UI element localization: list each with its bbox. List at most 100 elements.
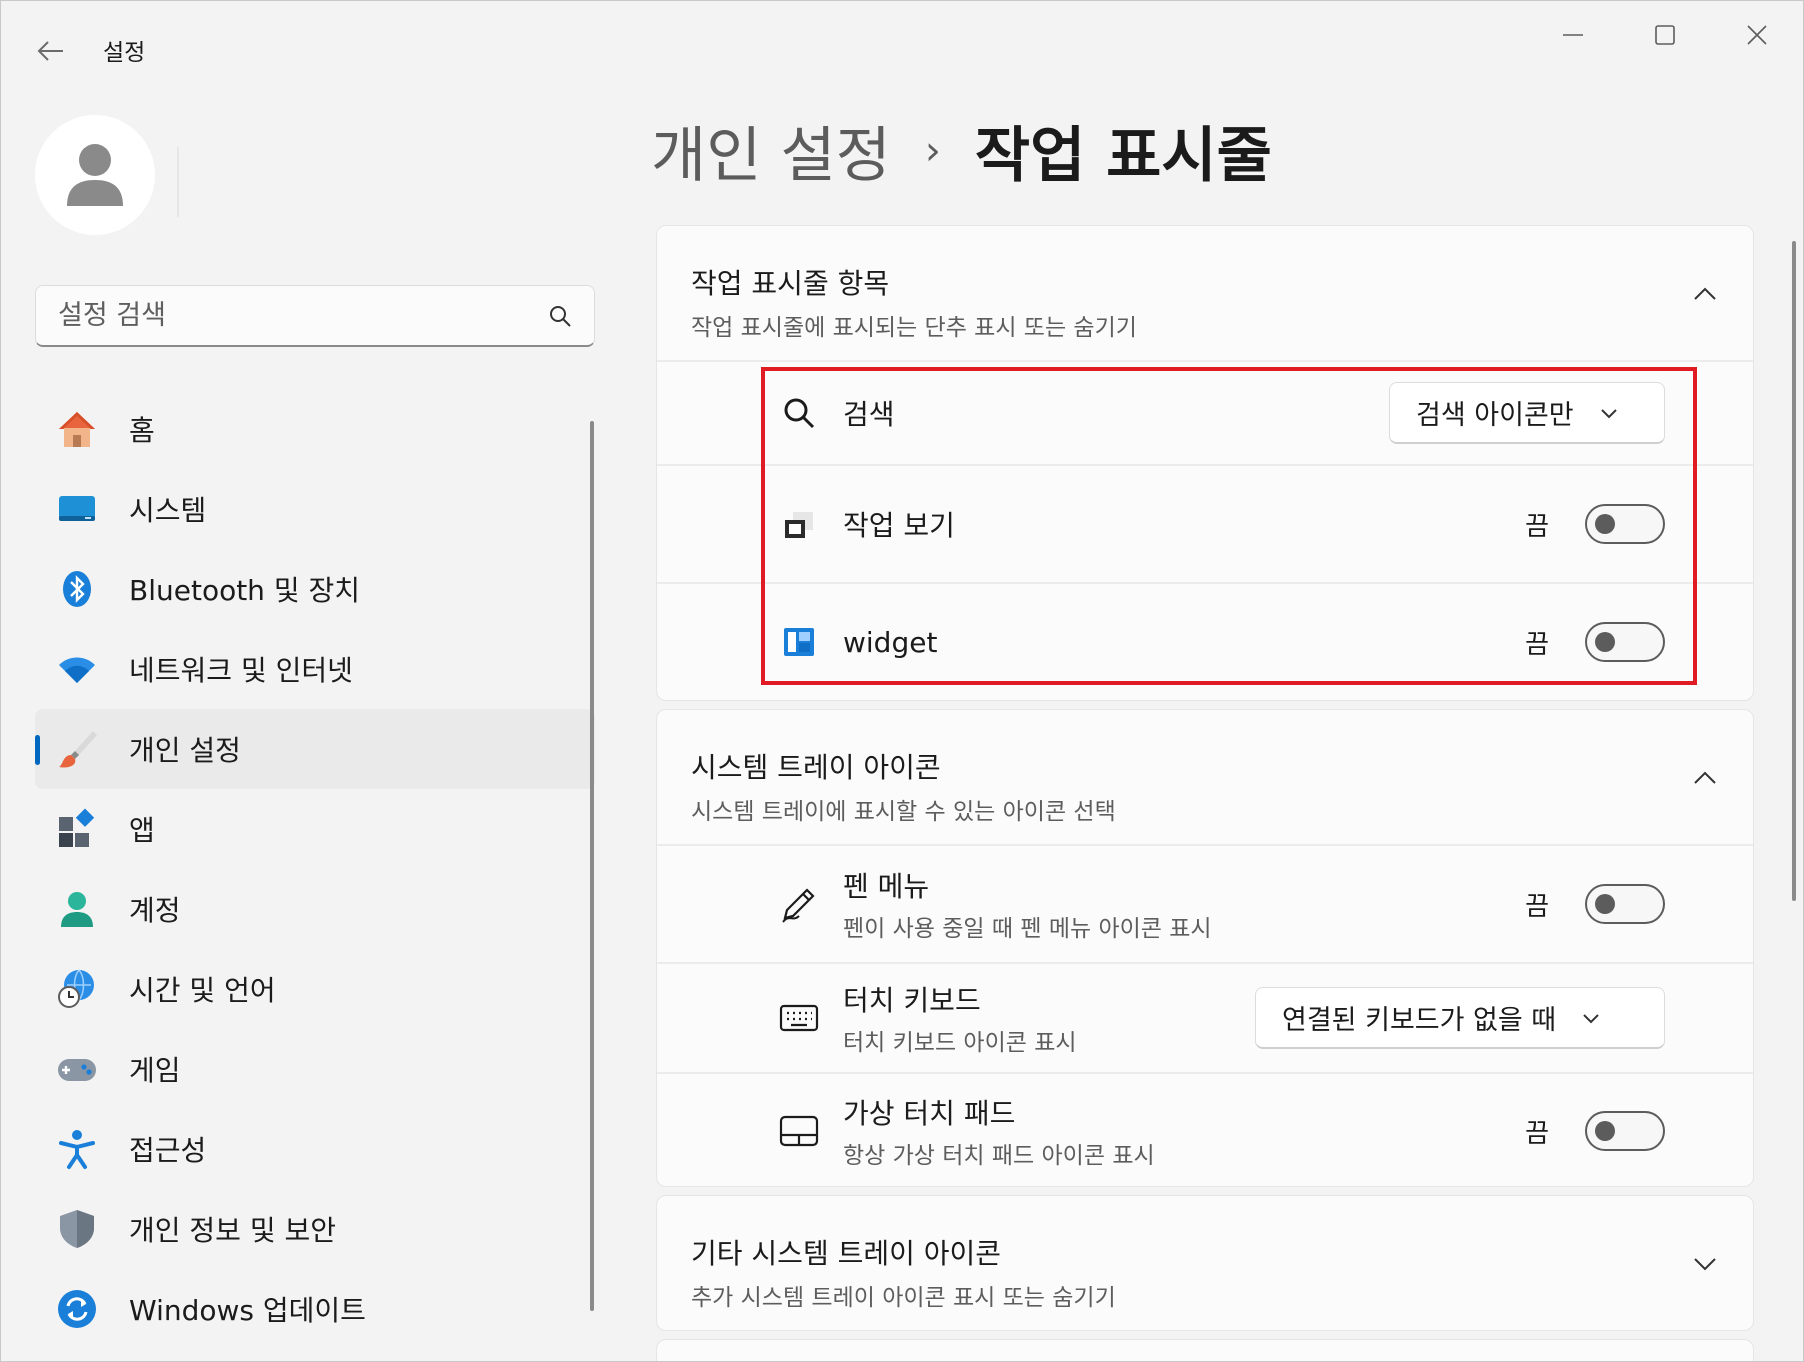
chevron-down-icon[interactable] [1687, 1246, 1723, 1282]
toggle-state-label: 끔 [1525, 891, 1549, 922]
sidebar-item-label: 시간 및 언어 [129, 974, 276, 1007]
chevron-down-icon [1582, 1012, 1600, 1024]
virtual-touchpad-toggle-group: 끔 [1525, 1111, 1665, 1151]
next-section-card [656, 1339, 1754, 1361]
toggle-knob [1595, 1121, 1615, 1141]
maximize-icon [1655, 25, 1675, 45]
sidebar-item-apps[interactable]: 앱 [35, 789, 595, 869]
sidebar-item-time-language[interactable]: 시간 및 언어 [35, 949, 595, 1029]
row-label: 검색 [843, 398, 895, 431]
windows-update-icon [55, 1287, 99, 1331]
taskbar-row-task-view: 작업 보기 끔 [657, 464, 1753, 582]
pen-icon [779, 884, 819, 924]
minimize-button[interactable] [1543, 15, 1603, 55]
apps-icon [55, 807, 99, 851]
sidebar-item-label: 홈 [129, 414, 155, 447]
row-label: 작업 보기 [843, 509, 955, 542]
sidebar-item-label: 앱 [129, 814, 155, 847]
sidebar-item-system[interactable]: 시스템 [35, 469, 595, 549]
sidebar-item-label: 시스템 [129, 494, 207, 527]
breadcrumb-separator: › [924, 127, 941, 174]
home-icon [55, 407, 99, 451]
tray-row-virtual-touchpad: 가상 터치 패드 항상 가상 터치 패드 아이콘 표시 끔 [657, 1072, 1753, 1186]
paintbrush-icon [55, 727, 99, 771]
settings-search-input[interactable] [58, 300, 548, 331]
shield-icon [55, 1207, 99, 1251]
sidebar-item-home[interactable]: 홈 [35, 389, 595, 469]
toggle-knob [1595, 894, 1615, 914]
sidebar-item-gaming[interactable]: 게임 [35, 1029, 595, 1109]
taskbar-items-header[interactable]: 작업 표시줄 항목 작업 표시줄에 표시되는 단추 표시 또는 숨기기 [657, 226, 1753, 360]
section-subtitle: 추가 시스템 트레이 아이콘 표시 또는 숨기기 [691, 1285, 1116, 1311]
toggle-state-label: 끔 [1525, 511, 1549, 542]
pen-menu-toggle-group: 끔 [1525, 884, 1665, 924]
wifi-icon [55, 647, 99, 691]
dropdown-value: 검색 아이콘만 [1416, 400, 1574, 431]
main-scrollbar[interactable] [1792, 241, 1796, 901]
sidebar-item-bluetooth[interactable]: Bluetooth 및 장치 [35, 549, 595, 629]
sidebar-nav: 홈 시스템 Bluetooth 및 장치 네트워크 및 인터넷 개인 설정 앱 … [35, 389, 595, 1349]
avatar-divider [177, 147, 179, 217]
taskbar-row-search: 검색 검색 아이콘만 [657, 360, 1753, 464]
taskbar-items-card: 작업 표시줄 항목 작업 표시줄에 표시되는 단추 표시 또는 숨기기 검색 검… [656, 225, 1754, 701]
touchpad-icon [779, 1111, 819, 1151]
section-title: 기타 시스템 트레이 아이콘 [691, 1237, 1002, 1270]
sidebar-scrollbar[interactable] [590, 421, 594, 1311]
sidebar-item-accounts[interactable]: 계정 [35, 869, 595, 949]
sidebar-item-windows-update[interactable]: Windows 업데이트 [35, 1269, 595, 1349]
chevron-down-icon [1600, 407, 1618, 419]
search-mode-dropdown[interactable]: 검색 아이콘만 [1389, 382, 1665, 444]
row-label: 가상 터치 패드 [843, 1097, 1016, 1130]
page-title: 작업 표시줄 [974, 121, 1272, 191]
task-view-toggle[interactable] [1585, 504, 1665, 544]
other-tray-icons-card[interactable]: 기타 시스템 트레이 아이콘 추가 시스템 트레이 아이콘 표시 또는 숨기기 [656, 1195, 1754, 1331]
gamepad-icon [55, 1047, 99, 1091]
pen-menu-toggle[interactable] [1585, 884, 1665, 924]
user-avatar[interactable] [35, 115, 155, 235]
section-subtitle: 시스템 트레이에 표시할 수 있는 아이콘 선택 [691, 799, 1116, 825]
widgets-toggle[interactable] [1585, 622, 1665, 662]
other-tray-icons-header[interactable]: 기타 시스템 트레이 아이콘 추가 시스템 트레이 아이콘 표시 또는 숨기기 [657, 1196, 1753, 1330]
settings-window: 설정 홈 시스템 [0, 0, 1804, 1362]
sidebar-item-privacy-security[interactable]: 개인 정보 및 보안 [35, 1189, 595, 1269]
sidebar-item-personalization[interactable]: 개인 설정 [35, 709, 595, 789]
row-description: 항상 가상 터치 패드 아이콘 표시 [843, 1143, 1155, 1169]
system-display-icon [55, 487, 99, 531]
bluetooth-icon [55, 567, 99, 611]
keyboard-icon [779, 998, 819, 1038]
breadcrumb: 개인 설정 › 작업 표시줄 [651, 107, 1272, 194]
chevron-up-icon[interactable] [1687, 760, 1723, 796]
sidebar-item-network[interactable]: 네트워크 및 인터넷 [35, 629, 595, 709]
system-tray-header[interactable]: 시스템 트레이 아이콘 시스템 트레이에 표시할 수 있는 아이콘 선택 [657, 710, 1753, 844]
toggle-state-label: 끔 [1525, 629, 1549, 660]
touch-keyboard-dropdown[interactable]: 연결된 키보드가 없을 때 [1255, 987, 1665, 1049]
system-tray-card: 시스템 트레이 아이콘 시스템 트레이에 표시할 수 있는 아이콘 선택 펜 메… [656, 709, 1754, 1187]
minimize-icon [1563, 34, 1583, 36]
virtual-touchpad-toggle[interactable] [1585, 1111, 1665, 1151]
widgets-toggle-group: 끔 [1525, 622, 1665, 662]
sidebar-item-accessibility[interactable]: 접근성 [35, 1109, 595, 1189]
maximize-button[interactable] [1635, 15, 1695, 55]
row-label: widget [843, 625, 938, 659]
close-icon [1747, 25, 1767, 45]
account-icon [55, 887, 99, 931]
settings-search-box[interactable] [35, 285, 595, 347]
accessibility-icon [55, 1127, 99, 1171]
section-title: 시스템 트레이 아이콘 [691, 751, 941, 784]
title-bar: 설정 [1, 1, 1803, 97]
row-description: 터치 키보드 아이콘 표시 [843, 1030, 1077, 1056]
tray-row-pen-menu: 펜 메뉴 펜이 사용 중일 때 펜 메뉴 아이콘 표시 끔 [657, 844, 1753, 962]
back-arrow-icon [37, 41, 63, 61]
close-button[interactable] [1727, 15, 1787, 55]
section-subtitle: 작업 표시줄에 표시되는 단추 표시 또는 숨기기 [691, 315, 1137, 341]
sidebar-item-label: 게임 [129, 1054, 181, 1087]
sidebar-item-label: 계정 [129, 894, 181, 927]
search-icon [550, 305, 571, 327]
toggle-knob [1595, 632, 1615, 652]
back-button[interactable] [31, 31, 71, 71]
task-view-toggle-group: 끔 [1525, 504, 1665, 544]
breadcrumb-parent[interactable]: 개인 설정 [651, 107, 891, 194]
sidebar-item-label: 개인 정보 및 보안 [129, 1214, 337, 1247]
chevron-up-icon[interactable] [1687, 276, 1723, 312]
task-view-icon [779, 504, 819, 544]
